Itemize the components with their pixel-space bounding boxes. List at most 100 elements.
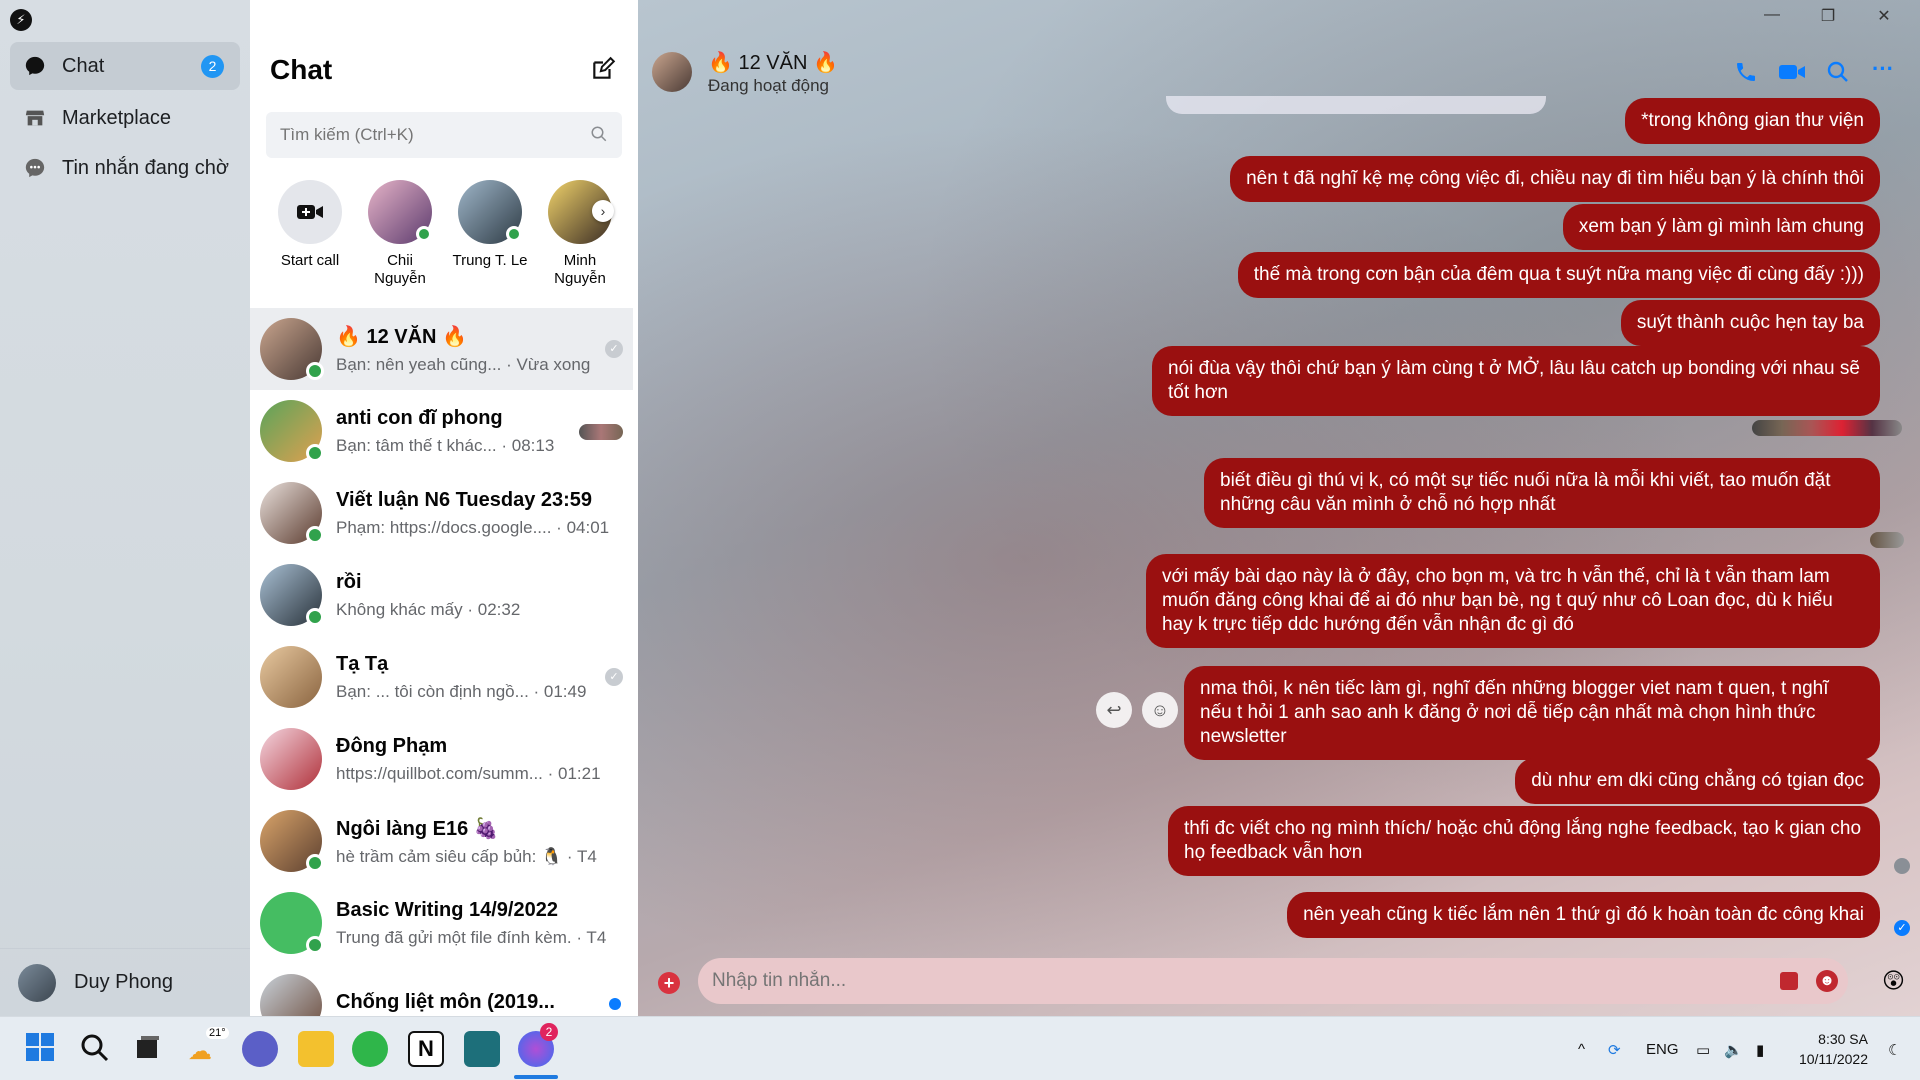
- sticker-icon[interactable]: [1780, 972, 1798, 990]
- emoji-icon[interactable]: ☻: [1816, 970, 1838, 992]
- notification-icon[interactable]: ☾: [1888, 1041, 1901, 1059]
- reply-icon[interactable]: ↩: [1096, 692, 1132, 728]
- video-call-icon[interactable]: [1778, 60, 1806, 88]
- app-icon[interactable]: [352, 1031, 388, 1067]
- message-bubble[interactable]: *trong không gian thư viện: [1625, 98, 1880, 144]
- conversation-item[interactable]: Chống liệt môn (2019...: [250, 964, 633, 1016]
- task-view-icon[interactable]: [132, 1031, 168, 1067]
- avatar: [260, 318, 324, 380]
- conversation-item[interactable]: Ngôi làng E16 🍇 hè trầm cảm siêu cấp bủh:…: [250, 800, 633, 882]
- active-contact[interactable]: Trung T. Le: [450, 180, 530, 270]
- message-bubble[interactable]: biết điều gì thú vị k, có một sự tiếc nu…: [1204, 458, 1880, 528]
- left-navigation: ⚡ Chat 2 Marketplace Tin nhắn đang chờ D…: [0, 0, 250, 1016]
- conversation-item[interactable]: Viết luận N6 Tuesday 23:59 Phạm: https://…: [250, 472, 633, 554]
- volume-icon[interactable]: 🔈: [1724, 1041, 1743, 1059]
- search-box[interactable]: [266, 112, 622, 158]
- chevron-up-icon[interactable]: ^: [1578, 1041, 1585, 1058]
- conversation-preview: https://quillbot.com/summ... · 01:21: [336, 763, 601, 783]
- add-attachment-icon[interactable]: +: [658, 972, 680, 994]
- conversation-item[interactable]: 🔥 12 VĂN 🔥 Bạn: nên yeah cũng... · Vừa xo…: [250, 308, 633, 390]
- notion-icon[interactable]: N: [408, 1031, 444, 1067]
- message-bubble[interactable]: nên yeah cũng k tiếc lắm nên 1 thứ gì đó…: [1287, 892, 1880, 938]
- message-input[interactable]: [712, 970, 1712, 992]
- windows-taskbar: ☁ 21° N 2 ^ ⟳ ENG ▭ 🔈 ▮ 8:30 SA 10/11/20…: [0, 1016, 1920, 1080]
- maximize-icon[interactable]: ❐: [1818, 6, 1838, 26]
- quick-reaction-emoji-icon[interactable]: 😲: [1882, 968, 1905, 994]
- phone-call-icon[interactable]: [1734, 60, 1762, 88]
- conversation-panel: 🔥 12 VĂN 🔥 Đang hoạt động ··· — ❐ ✕ *tro…: [638, 0, 1920, 1016]
- message-bubble[interactable]: suýt thành cuộc hẹn tay ba: [1620, 300, 1880, 346]
- conversation-header: 🔥 12 VĂN 🔥 Đang hoạt động ···: [638, 0, 1920, 102]
- conversation-preview: Bạn: ... tôi còn định ngồ... · 01:49: [336, 681, 587, 701]
- conversation-item[interactable]: anti con đĩ phong Bạn: tâm thế t khác... …: [250, 390, 633, 472]
- nav-item-pending-messages[interactable]: Tin nhắn đang chờ: [10, 144, 240, 192]
- nav-item-marketplace[interactable]: Marketplace: [10, 94, 240, 142]
- messenger-icon[interactable]: 2: [518, 1023, 558, 1067]
- avatar: [458, 180, 522, 244]
- clock-time[interactable]: 8:30 SA: [1790, 1031, 1868, 1047]
- message-bubble[interactable]: thfi đc viết cho ng mình thích/ hoặc chủ…: [1168, 806, 1880, 876]
- message-composer[interactable]: ☻: [698, 958, 1848, 1004]
- sent-check-icon: ✓: [605, 668, 623, 686]
- story-label: Trung T. Le: [452, 252, 528, 269]
- windows-start-icon[interactable]: [24, 1031, 60, 1067]
- search-conversation-icon[interactable]: [1826, 60, 1854, 88]
- file-explorer-icon[interactable]: [298, 1031, 334, 1067]
- online-indicator: [306, 526, 324, 544]
- message-bubble[interactable]: dù như em dki cũng chẳng có tgian đọc: [1515, 758, 1880, 804]
- chat-list-panel: Chat Start call Chii Nguyễn Trung T. Le …: [250, 0, 638, 1016]
- messenger-logo-icon: ⚡: [10, 9, 32, 31]
- avatar: [260, 728, 322, 790]
- start-call-button[interactable]: Start call: [270, 180, 350, 270]
- online-indicator: [306, 936, 324, 954]
- pending-messages-icon: [22, 155, 48, 181]
- current-user[interactable]: Duy Phong: [0, 948, 250, 1016]
- active-contact[interactable]: Minh Nguyễn: [540, 180, 620, 288]
- avatar: [260, 810, 324, 872]
- message-bubble[interactable]: với mấy bài dạo này là ở đây, cho bọn m,…: [1146, 554, 1880, 648]
- network-icon[interactable]: ▭: [1696, 1041, 1710, 1059]
- new-message-icon[interactable]: [590, 56, 616, 82]
- more-options-icon[interactable]: ···: [1872, 58, 1900, 88]
- conversation-title[interactable]: 🔥 12 VĂN 🔥: [708, 50, 838, 75]
- chevron-right-icon[interactable]: ›: [592, 200, 614, 222]
- search-icon[interactable]: [78, 1031, 114, 1067]
- close-icon[interactable]: ✕: [1874, 6, 1894, 26]
- conversation-item[interactable]: Đông Phạm https://quillbot.com/summ... · …: [250, 718, 633, 800]
- sync-icon[interactable]: ⟳: [1608, 1041, 1621, 1059]
- conversation-item[interactable]: Basic Writing 14/9/2022 Trung đã gửi một …: [250, 882, 633, 964]
- teams-chat-icon[interactable]: [242, 1031, 278, 1067]
- conversation-preview: Không khác mấy · 02:32: [336, 599, 521, 619]
- message-bubble[interactable]: nên t đã nghĩ kệ mẹ công việc đi, chiều …: [1230, 156, 1880, 202]
- avatar: [260, 646, 322, 708]
- message-bubble[interactable]: nma thôi, k nên tiếc làm gì, nghĩ đến nh…: [1184, 666, 1880, 760]
- minimize-icon[interactable]: —: [1762, 6, 1782, 26]
- search-input[interactable]: [280, 125, 580, 145]
- react-emoji-icon[interactable]: ☺: [1142, 692, 1178, 728]
- user-name: Duy Phong: [74, 971, 173, 993]
- active-contact[interactable]: Chii Nguyễn: [360, 180, 440, 288]
- nav-item-label: Chat: [62, 54, 105, 77]
- video-call-add-icon: [278, 180, 342, 244]
- unread-dot: [609, 998, 621, 1010]
- nav-item-chat[interactable]: Chat 2: [10, 42, 240, 90]
- weather-widget-icon[interactable]: ☁ 21°: [188, 1027, 229, 1067]
- conversation-preview: Phạm: https://docs.google.... · 04:01: [336, 517, 610, 537]
- clock-date[interactable]: 10/11/2022: [1790, 1051, 1868, 1067]
- delivered-check-icon: ✓: [1894, 920, 1910, 936]
- app-icon[interactable]: [464, 1031, 500, 1067]
- conversation-preview: Bạn: nên yeah cũng... · Vừa xong: [336, 354, 591, 374]
- online-indicator: [506, 226, 522, 242]
- avatar[interactable]: [652, 52, 692, 92]
- conversation-preview: hè trầm cảm siêu cấp bủh: 🐧 · T4: [336, 846, 597, 866]
- avatar: [260, 564, 324, 626]
- conversation-name: Ngôi làng E16 🍇: [336, 817, 499, 840]
- conversation-item[interactable]: Tạ Tạ Bạn: ... tôi còn định ngồ... · 01:4…: [250, 636, 633, 718]
- message-bubble[interactable]: nói đùa vậy thôi chứ bạn ý làm cùng t ở …: [1152, 346, 1880, 416]
- message-bubble[interactable]: xem bạn ý làm gì mình làm chung: [1562, 204, 1880, 250]
- battery-icon[interactable]: ▮: [1756, 1041, 1764, 1059]
- language-indicator[interactable]: ENG: [1646, 1041, 1679, 1058]
- sent-check-icon: ✓: [605, 340, 623, 358]
- conversation-item[interactable]: rồi Không khác mấy · 02:32: [250, 554, 633, 636]
- message-bubble[interactable]: thế mà trong cơn bận của đêm qua t suýt …: [1237, 252, 1880, 298]
